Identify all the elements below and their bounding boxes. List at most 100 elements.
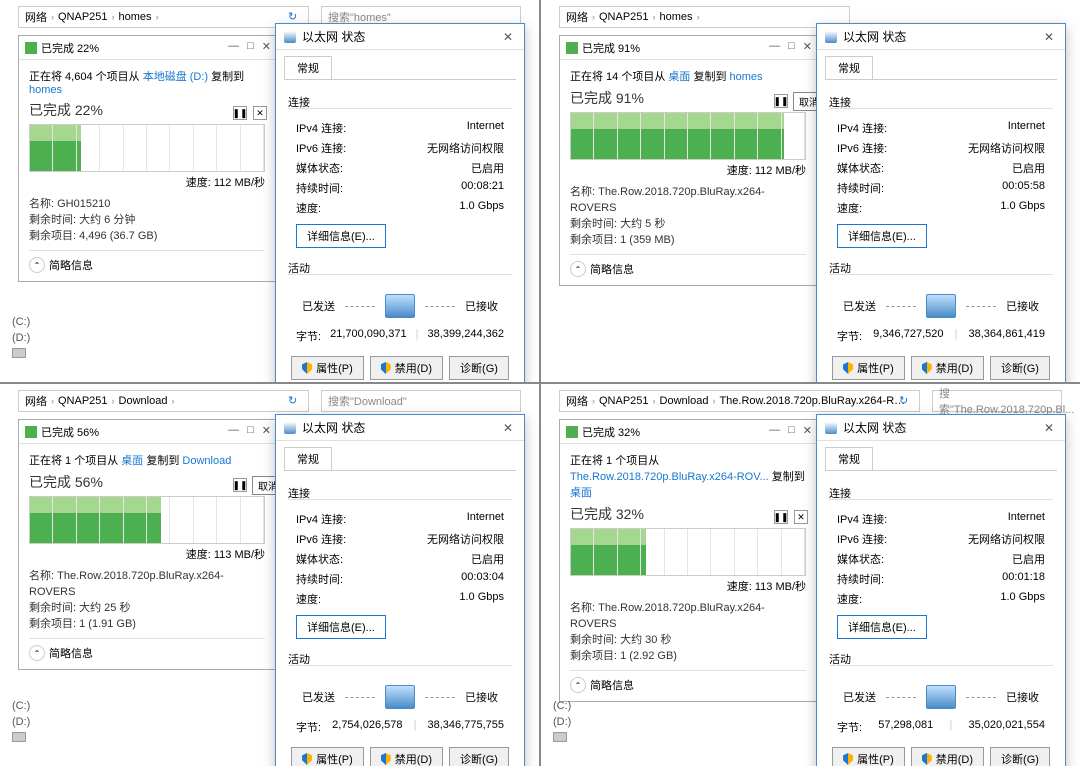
breadcrumb-item[interactable]: 网络: [25, 9, 47, 25]
fewer-details-toggle[interactable]: ⌃简略信息: [29, 638, 265, 661]
dest-link[interactable]: homes: [730, 71, 763, 83]
source-link[interactable]: 本地磁盘 (D:): [143, 71, 208, 83]
maximize-button[interactable]: □: [247, 424, 254, 437]
disk-icon: [553, 732, 567, 742]
pause-button[interactable]: ❚❚: [233, 106, 247, 120]
activity-diagram: 已发送已接收: [288, 294, 512, 318]
source-link[interactable]: 桌面: [121, 455, 143, 467]
close-button[interactable]: ✕: [803, 424, 812, 437]
disable-button[interactable]: 禁用(D): [911, 356, 984, 380]
disable-button[interactable]: 禁用(D): [911, 747, 984, 766]
disable-button[interactable]: 禁用(D): [370, 356, 443, 380]
fewer-details-toggle[interactable]: ⌃简略信息: [570, 670, 806, 693]
drive-label[interactable]: (C:): [12, 316, 30, 328]
tab-general[interactable]: 常规: [284, 56, 332, 79]
chevron-right-icon: ›: [112, 12, 115, 22]
tab-general[interactable]: 常规: [825, 56, 873, 79]
close-button[interactable]: ✕: [803, 40, 812, 53]
fewer-details-toggle[interactable]: ⌃简略信息: [29, 250, 265, 273]
shield-icon: [302, 362, 312, 374]
diagnose-button[interactable]: 诊断(G): [990, 356, 1050, 380]
chevron-right-icon: ›: [156, 12, 159, 22]
breadcrumb[interactable]: 网络› QNAP251› Download› ↻: [18, 390, 309, 412]
computer-icon: [926, 294, 956, 318]
window-title: 已完成 22%: [41, 40, 99, 56]
diagnose-button[interactable]: 诊断(G): [990, 747, 1050, 766]
maximize-button[interactable]: □: [788, 40, 795, 53]
details-button[interactable]: 详细信息(E)...: [837, 615, 927, 639]
dest-link[interactable]: homes: [29, 84, 62, 96]
dest-link[interactable]: Download: [182, 455, 231, 467]
drive-label[interactable]: (D:): [12, 332, 30, 344]
pause-button[interactable]: ❚❚: [774, 510, 788, 524]
close-button[interactable]: ✕: [1039, 28, 1059, 46]
breadcrumb[interactable]: 网络› QNAP251› Download› The.Row.2018.720p…: [559, 390, 920, 412]
refresh-icon[interactable]: ↻: [288, 10, 302, 24]
breadcrumb[interactable]: 网络› QNAP251› homes›: [559, 6, 850, 28]
computer-icon: [385, 294, 415, 318]
window-titlebar[interactable]: 以太网 状态✕: [276, 24, 524, 50]
progress-label: 已完成 22%: [29, 100, 265, 120]
fewer-details-toggle[interactable]: ⌃简略信息: [570, 254, 806, 277]
chevron-right-icon: ›: [51, 12, 54, 22]
close-button[interactable]: ✕: [498, 28, 518, 46]
copy-details: 名称: GH015210剩余时间: 大约 6 分钟剩余项目: 4,496 (36…: [29, 196, 265, 244]
cancel-button[interactable]: ✕: [253, 106, 267, 120]
diagnose-button[interactable]: 诊断(G): [449, 747, 509, 766]
details-button[interactable]: 详细信息(E)...: [837, 224, 927, 248]
layout-grid: 网络› QNAP251› homes› ↻ 搜索"homes" 已完成 22% …: [0, 0, 1080, 766]
minimize-button[interactable]: —: [769, 40, 780, 53]
copy-description: 正在将 4,604 个项目从 本地磁盘 (D:) 复制到 homes: [29, 68, 265, 96]
search-input[interactable]: 搜索"The.Row.2018.720p.Bl...: [932, 390, 1062, 412]
source-link[interactable]: The.Row.2018.720p.BluRay.x264-ROV...: [570, 471, 769, 483]
maximize-button[interactable]: □: [247, 40, 254, 53]
disable-button[interactable]: 禁用(D): [370, 747, 443, 766]
ethernet-icon: [825, 31, 837, 43]
copy-icon: [25, 426, 37, 438]
cell-top-right: 网络› QNAP251› homes› 已完成 91%—□✕ 正在将 14 个项…: [541, 0, 1080, 382]
close-button[interactable]: ✕: [262, 424, 271, 437]
cancel-button[interactable]: ✕: [794, 510, 808, 524]
maximize-button[interactable]: □: [788, 424, 795, 437]
ethernet-icon: [825, 422, 837, 434]
drive-panel: (C:) (D:): [12, 696, 30, 746]
copy-progress-window: 已完成 91%—□✕ 正在将 14 个项目从 桌面 复制到 homes 已完成 …: [559, 35, 817, 286]
disk-icon: [12, 348, 26, 358]
ethernet-status-window: 以太网 状态✕ 常规 连接 IPv4 连接:Internet IPv6 连接:无…: [275, 23, 525, 382]
dest-link[interactable]: 桌面: [570, 487, 592, 499]
breadcrumb-item[interactable]: QNAP251: [58, 11, 108, 23]
properties-button[interactable]: 属性(P): [291, 356, 364, 380]
properties-button[interactable]: 属性(P): [291, 747, 364, 766]
pause-button[interactable]: ❚❚: [774, 94, 788, 108]
tab-general[interactable]: 常规: [825, 447, 873, 470]
speed-label: 速度: 112 MB/秒: [29, 174, 265, 190]
details-button[interactable]: 详细信息(E)...: [296, 615, 386, 639]
cell-bottom-left: 网络› QNAP251› Download› ↻ 搜索"Download" 已完…: [0, 384, 539, 766]
diagnose-button[interactable]: 诊断(G): [449, 356, 509, 380]
refresh-icon[interactable]: ↻: [288, 394, 302, 408]
breadcrumb-item[interactable]: homes: [119, 11, 152, 23]
search-input[interactable]: 搜索"Download": [321, 390, 521, 412]
minimize-button[interactable]: —: [228, 424, 239, 437]
minimize-button[interactable]: —: [769, 424, 780, 437]
tab-general[interactable]: 常规: [284, 447, 332, 470]
pause-button[interactable]: ❚❚: [233, 478, 247, 492]
close-button[interactable]: ✕: [262, 40, 271, 53]
window-titlebar[interactable]: 已完成 22% — □ ✕: [19, 36, 275, 60]
chevron-up-icon: ⌃: [29, 257, 45, 273]
cell-bottom-right: 网络› QNAP251› Download› The.Row.2018.720p…: [541, 384, 1080, 766]
breadcrumb[interactable]: 网络 › QNAP251 › homes › ↻: [18, 6, 309, 28]
shield-icon: [381, 362, 391, 374]
ethernet-icon: [284, 31, 296, 43]
details-button[interactable]: 详细信息(E)...: [296, 224, 386, 248]
close-button[interactable]: ✕: [498, 419, 518, 437]
properties-button[interactable]: 属性(P): [832, 356, 905, 380]
source-link[interactable]: 桌面: [668, 71, 690, 83]
ethernet-status-window: 以太网 状态✕ 常规 连接 IPv4 连接:Internet IPv6 连接:无…: [275, 414, 525, 766]
refresh-icon[interactable]: ↻: [899, 394, 913, 408]
close-button[interactable]: ✕: [1039, 419, 1059, 437]
minimize-button[interactable]: —: [228, 40, 239, 53]
disk-icon: [12, 732, 26, 742]
copy-icon: [25, 42, 37, 54]
properties-button[interactable]: 属性(P): [832, 747, 905, 766]
